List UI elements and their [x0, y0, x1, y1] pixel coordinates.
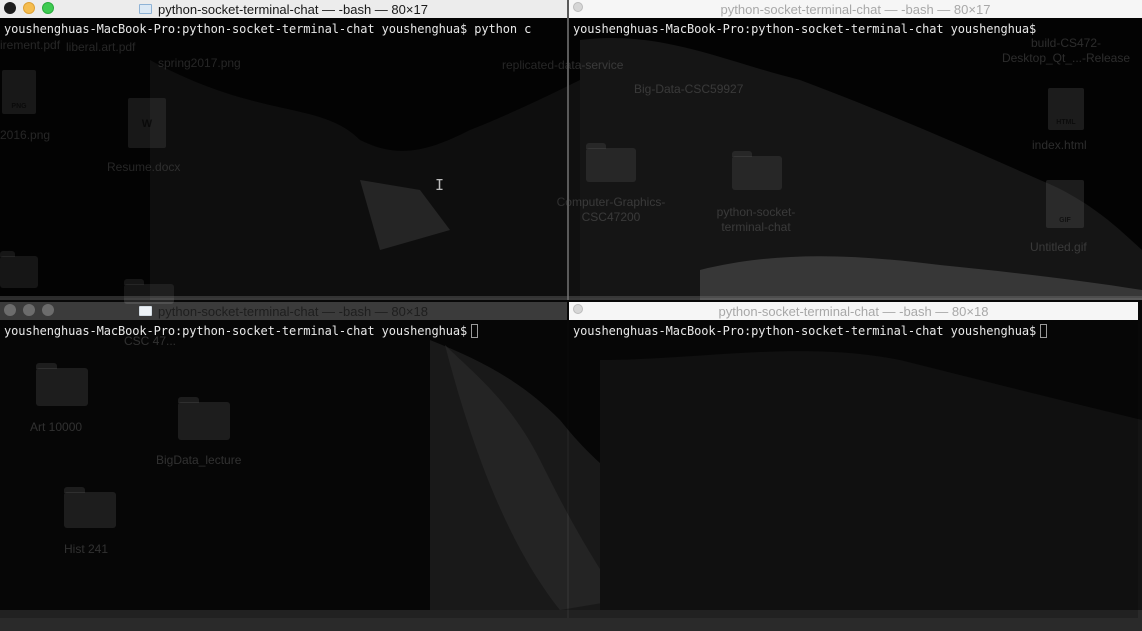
window-divider-vertical — [567, 0, 569, 300]
minimize-button-icon[interactable] — [23, 2, 35, 14]
window-title: python-socket-terminal-chat — -bash — 80… — [718, 303, 989, 319]
terminal-window-top-right[interactable]: python-socket-terminal-chat — -bash — 80… — [569, 0, 1142, 298]
shell-prompt: youshenghuas-MacBook-Pro:python-socket-t… — [4, 22, 468, 36]
folder-proxy-icon — [139, 306, 153, 316]
window-controls — [4, 2, 54, 14]
terminal-line: youshenghuas-MacBook-Pro:python-socket-t… — [4, 22, 567, 36]
window-divider-horizontal — [0, 296, 1142, 300]
terminal-window-top-left[interactable]: python-socket-terminal-chat — -bash — 80… — [0, 0, 567, 298]
terminal-content[interactable]: youshenghuas-MacBook-Pro:python-socket-t… — [569, 18, 1142, 298]
window-titlebar[interactable]: python-socket-terminal-chat — -bash — 80… — [0, 302, 567, 320]
window-title: python-socket-terminal-chat — -bash — 80… — [139, 2, 428, 17]
shell-prompt: youshenghuas-MacBook-Pro:python-socket-t… — [573, 324, 1037, 338]
close-button-icon[interactable] — [573, 304, 583, 314]
text-cursor — [471, 324, 479, 338]
terminal-content[interactable]: youshenghuas-MacBook-Pro:python-socket-t… — [0, 18, 567, 298]
minimize-button-icon[interactable] — [23, 304, 35, 316]
maximize-button-icon[interactable] — [42, 304, 54, 316]
close-button-icon[interactable] — [573, 2, 583, 12]
window-titlebar[interactable]: python-socket-terminal-chat — -bash — 80… — [0, 0, 567, 18]
window-controls — [573, 2, 583, 12]
window-controls — [573, 304, 583, 314]
close-button-icon[interactable] — [4, 304, 16, 316]
window-controls — [4, 304, 54, 316]
terminal-window-bottom-left[interactable]: python-socket-terminal-chat — -bash — 80… — [0, 302, 567, 618]
command-input[interactable]: python c — [467, 22, 531, 36]
terminal-line: youshenghuas-MacBook-Pro:python-socket-t… — [4, 324, 567, 338]
window-title: python-socket-terminal-chat — -bash — 80… — [139, 304, 428, 319]
terminal-content[interactable]: youshenghuas-MacBook-Pro:python-socket-t… — [569, 320, 1138, 618]
shell-prompt: youshenghuas-MacBook-Pro:python-socket-t… — [573, 22, 1037, 36]
window-title: python-socket-terminal-chat — -bash — 80… — [720, 1, 991, 17]
window-titlebar[interactable]: python-socket-terminal-chat — -bash — 80… — [569, 302, 1138, 320]
folder-proxy-icon — [139, 4, 153, 14]
shell-prompt: youshenghuas-MacBook-Pro:python-socket-t… — [4, 324, 468, 338]
close-button-icon[interactable] — [4, 2, 16, 14]
window-titlebar[interactable]: python-socket-terminal-chat — -bash — 80… — [569, 0, 1142, 18]
terminal-content[interactable]: youshenghuas-MacBook-Pro:python-socket-t… — [0, 320, 567, 618]
terminal-line: youshenghuas-MacBook-Pro:python-socket-t… — [573, 22, 1142, 36]
maximize-button-icon[interactable] — [42, 2, 54, 14]
terminal-window-bottom-right[interactable]: python-socket-terminal-chat — -bash — 80… — [569, 302, 1138, 618]
terminal-line: youshenghuas-MacBook-Pro:python-socket-t… — [573, 324, 1138, 338]
text-cursor — [1040, 324, 1048, 338]
mouse-ibeam-cursor-icon: I — [435, 176, 445, 194]
